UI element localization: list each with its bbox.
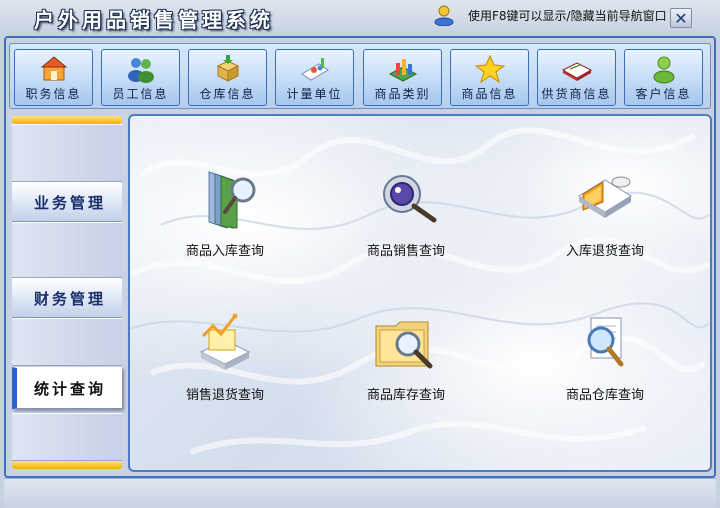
sidebar-panel <box>12 318 122 366</box>
measurement-unit-icon <box>300 58 329 81</box>
toolbar-button-employee-info[interactable]: 员工信息 <box>101 49 180 106</box>
toolbar-label: 客户信息 <box>635 87 692 101</box>
sidebar-tab-label: 财务管理 <box>34 289 107 308</box>
toolbar-label: 计量单位 <box>286 87 343 101</box>
item-label: 商品入库查询 <box>185 244 264 259</box>
toolbar-label: 商品信息 <box>461 87 518 101</box>
warehouse-query-icon <box>587 317 624 367</box>
status-bar <box>4 478 716 508</box>
toolbar-button-warehouse-info[interactable]: 仓库信息 <box>188 49 267 106</box>
sidebar-tab-business-management[interactable]: 业务管理 <box>12 182 122 222</box>
sidebar-tab-label: 统计查询 <box>34 379 107 398</box>
toolbar-button-customer-info[interactable]: 客户信息 <box>624 49 703 106</box>
item-label: 销售退货查询 <box>185 388 264 403</box>
warehouse-info-icon <box>216 55 239 82</box>
toolbar-label: 员工信息 <box>112 87 169 101</box>
toolbar-button-supplier-info[interactable]: 供货商信息 <box>537 49 616 106</box>
toolbar-button-measurement-unit[interactable]: 计量单位 <box>275 49 354 106</box>
item-label: 商品库存查询 <box>366 388 445 403</box>
sidebar-top-bar <box>12 116 122 124</box>
toolbar-label: 供货商信息 <box>541 87 612 101</box>
toolbar-button-product-category[interactable]: 商品类别 <box>363 49 442 106</box>
toolbar-button-job-info[interactable]: 职务信息 <box>14 49 93 106</box>
sales-query-button[interactable]: 商品销售查询 <box>331 168 481 268</box>
inventory-query-icon <box>375 321 433 369</box>
stock-in-return-query-button[interactable]: 入库退货查询 <box>530 168 680 268</box>
job-info-icon <box>40 56 67 81</box>
close-button[interactable]: ✕ <box>670 8 692 28</box>
item-label: 商品销售查询 <box>366 244 445 259</box>
employee-info-icon <box>127 58 154 83</box>
sidebar-panel <box>12 124 122 182</box>
close-icon: ✕ <box>674 8 688 28</box>
supplier-info-icon <box>561 62 592 81</box>
toolbar-label: 职务信息 <box>25 87 82 101</box>
toolbar-button-product-info[interactable]: 商品信息 <box>450 49 529 106</box>
sales-return-query-button[interactable]: 销售退货查询 <box>150 312 300 412</box>
product-category-icon <box>388 59 417 82</box>
customer-info-icon <box>653 56 674 84</box>
user-icon <box>434 5 454 26</box>
sidebar-panel <box>12 413 122 461</box>
sidebar-tab-statistics-query[interactable]: 统计查询 <box>12 367 122 409</box>
inventory-query-button[interactable]: 商品库存查询 <box>331 312 481 412</box>
sidebar-tab-finance-management[interactable]: 财务管理 <box>12 278 122 318</box>
sidebar-panel <box>12 222 122 278</box>
item-label: 入库退货查询 <box>565 244 644 259</box>
toolbar-label: 仓库信息 <box>199 87 256 101</box>
toolbar-label: 商品类别 <box>374 87 431 101</box>
stock-in-query-button[interactable]: 商品入库查询 <box>150 168 300 268</box>
sidebar-tab-label: 业务管理 <box>34 193 107 212</box>
star-icon <box>474 54 505 84</box>
sales-query-icon <box>383 175 437 223</box>
sales-return-query-icon <box>199 313 251 370</box>
app-title: 户外用品销售管理系统 <box>34 8 274 32</box>
item-label: 商品仓库查询 <box>565 388 644 403</box>
sidebar-bottom-bar <box>12 461 122 469</box>
stock-in-query-icon <box>208 171 256 229</box>
stock-in-return-query-icon <box>578 176 632 218</box>
status-hint: 使用F8键可以显示/隐藏当前导航窗口 <box>468 9 667 23</box>
warehouse-query-button[interactable]: 商品仓库查询 <box>530 312 680 412</box>
